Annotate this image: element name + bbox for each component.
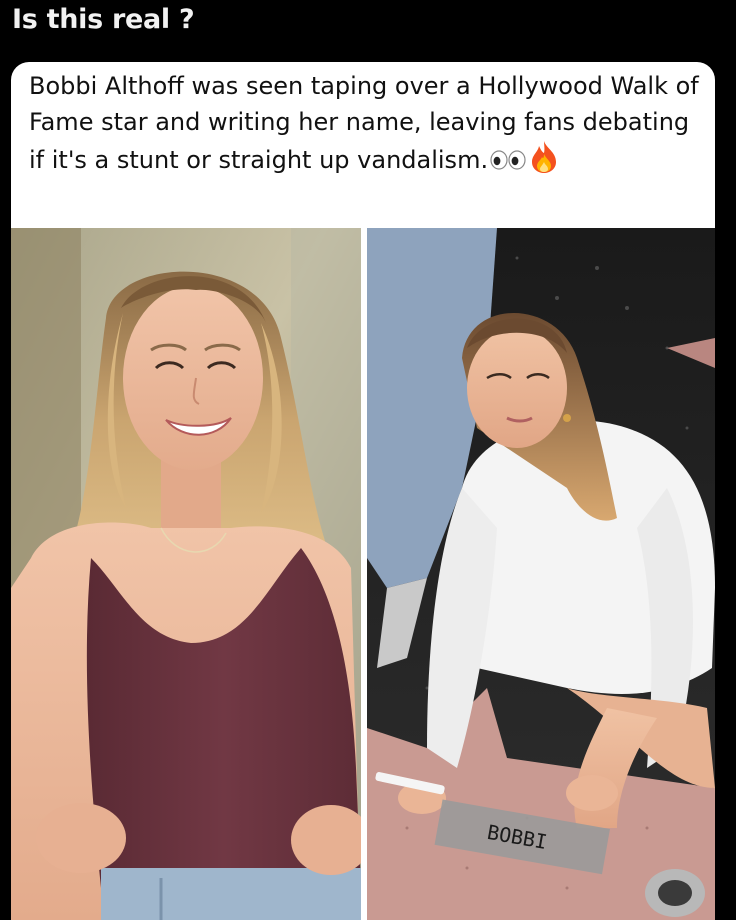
post-title: Is this real ? (12, 4, 195, 35)
fire-emoji-icon (530, 140, 558, 184)
eyes-emoji-icon (490, 144, 526, 180)
walk-of-fame-photo[interactable]: BOBBI (367, 228, 715, 920)
post-caption: Bobbi Althoff was seen taping over a Hol… (29, 68, 701, 184)
caption-text: Bobbi Althoff was seen taping over a Hol… (29, 72, 699, 174)
portrait-photo[interactable] (11, 228, 361, 920)
post-card[interactable]: Bobbi Althoff was seen taping over a Hol… (11, 62, 715, 920)
